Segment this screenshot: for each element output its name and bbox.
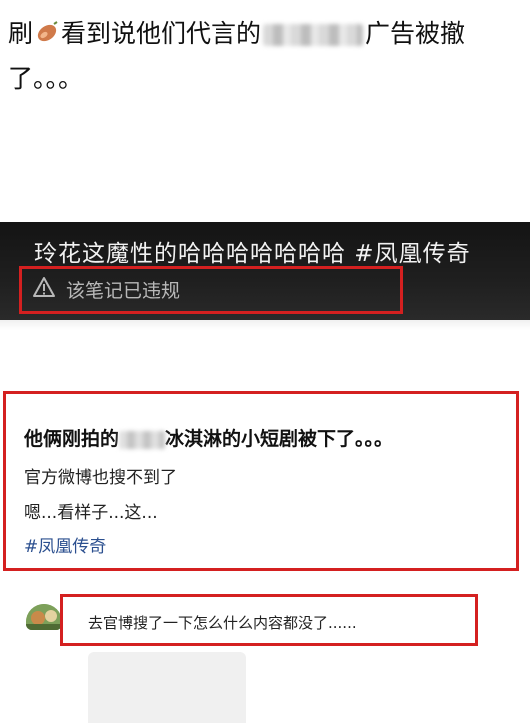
sweet-potato-icon [35, 13, 59, 57]
comment-text: 去官博搜了一下怎么什么内容都没了...... [88, 614, 357, 632]
blurred-brand [263, 24, 364, 46]
post-body-line: 官方微博也搜不到了 [24, 468, 177, 488]
violation-notice: 该笔记已违规 [32, 276, 180, 303]
caption-start: 刷 [8, 19, 34, 48]
warning-icon [32, 276, 56, 303]
blurred-brand [119, 430, 166, 449]
hashtag-link[interactable]: #凤凰传奇 [24, 532, 106, 557]
post-title: 他俩刚拍的 冰淇淋的小短剧被下了。。。 [24, 424, 393, 451]
avatar[interactable] [26, 604, 62, 630]
violation-text: 该笔记已违规 [66, 280, 181, 302]
image-placeholder[interactable] [88, 652, 246, 723]
post-title-start: 他俩刚拍的 [24, 428, 120, 450]
caption-middle: 看到说他们代言的 [61, 19, 262, 48]
video-title: 玲花这魔性的哈哈哈哈哈哈哈 #凤凰传奇 [34, 241, 471, 267]
strip-shadow [0, 320, 530, 330]
screenshot-collage: 刷看到说他们代言的 广告被撤了。。。 玲花这魔性的哈哈哈哈哈哈哈 #凤凰传奇 该笔… [0, 0, 530, 723]
post-body-line: 嗯...看样子...这... [24, 503, 158, 523]
post-title-end: 冰淇淋的小短剧被下了。。。 [165, 428, 394, 450]
caption-text: 刷看到说他们代言的 广告被撤了。。。 [8, 12, 508, 101]
